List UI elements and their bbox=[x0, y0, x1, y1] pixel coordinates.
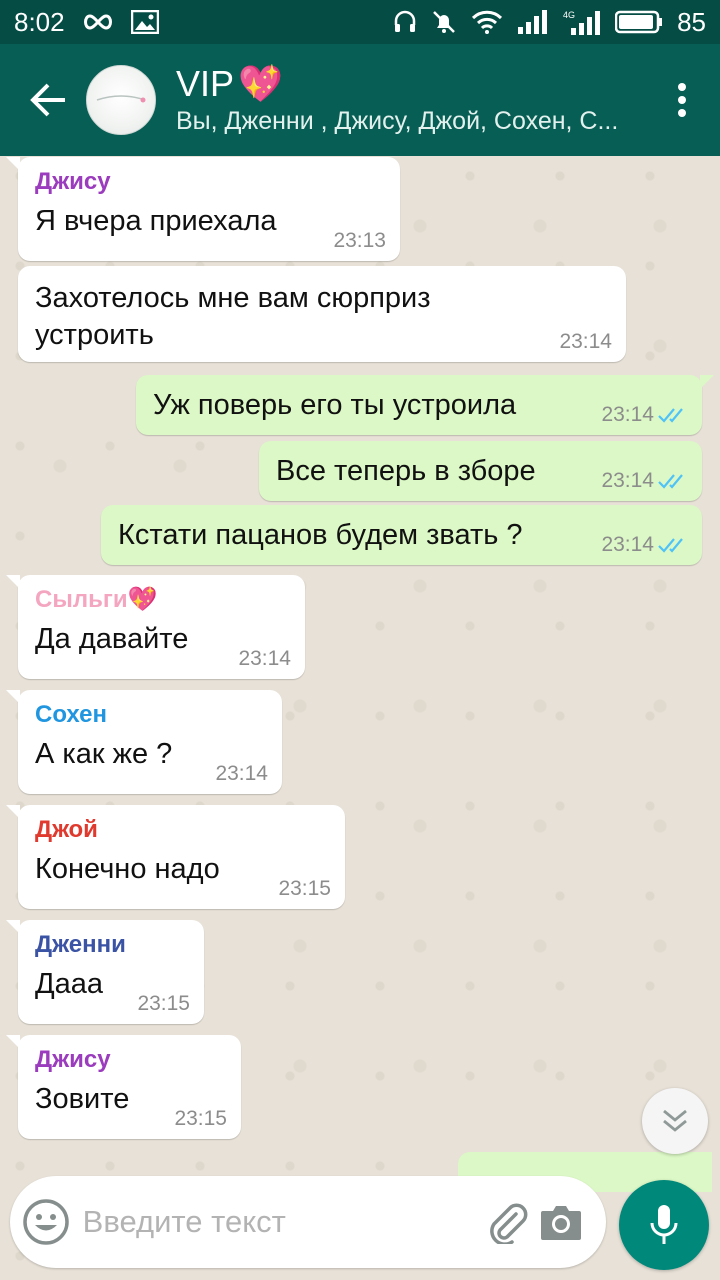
message-sender: Джису bbox=[35, 1046, 111, 1073]
double-check-icon bbox=[658, 538, 683, 553]
message-text: Захотелось мне вам сюрприз устроить bbox=[35, 282, 431, 351]
message-time: 23:14 bbox=[559, 330, 612, 353]
chat-members: Вы, Дженни , Джису, Джой, Сохен, С... bbox=[176, 107, 619, 135]
message-input[interactable] bbox=[82, 1204, 482, 1240]
message-outgoing[interactable]: Уж поверь его ты устроила 23:14 bbox=[136, 375, 714, 435]
message-sender: Сохен bbox=[35, 701, 107, 728]
bell-muted-icon bbox=[431, 9, 457, 35]
double-check-icon bbox=[658, 408, 683, 423]
battery-icon bbox=[615, 10, 663, 34]
message-meta: 23:14 bbox=[601, 533, 688, 557]
message-time: 23:15 bbox=[174, 1107, 227, 1130]
sparkling-heart-emoji: 💖 bbox=[238, 63, 283, 104]
signal-icon bbox=[517, 10, 549, 34]
infinity-icon bbox=[81, 12, 115, 32]
double-chevron-down-icon bbox=[663, 1109, 687, 1132]
status-bar: 8:02 4G 85 bbox=[0, 0, 720, 44]
wifi-icon bbox=[471, 10, 503, 34]
attach-button[interactable] bbox=[482, 1176, 535, 1268]
camera-icon bbox=[541, 1206, 582, 1240]
message-meta: 23:14 bbox=[601, 469, 688, 493]
more-vertical-icon bbox=[678, 83, 686, 117]
microphone-icon bbox=[650, 1205, 678, 1244]
double-check-icon bbox=[658, 474, 683, 489]
status-time: 8:02 bbox=[14, 6, 65, 37]
chat-header: VIP 💖 Вы, Дженни , Джису, Джой, Сохен, С… bbox=[0, 44, 720, 156]
smiley-icon bbox=[23, 1199, 70, 1245]
scroll-to-bottom-button[interactable] bbox=[642, 1088, 708, 1154]
message-time: 23:14 bbox=[601, 469, 654, 492]
voice-message-button[interactable] bbox=[619, 1180, 709, 1270]
message-sender: Джису bbox=[35, 168, 111, 195]
camera-button[interactable] bbox=[535, 1176, 588, 1268]
group-avatar[interactable] bbox=[86, 65, 156, 135]
sparkling-heart-emoji: 💖 bbox=[127, 586, 158, 613]
headset-icon bbox=[393, 9, 417, 35]
message-meta: 23:14 bbox=[601, 403, 688, 427]
message-time: 23:14 bbox=[238, 647, 291, 670]
message-outgoing[interactable]: Кстати пацанов будем звать ? 23:14 bbox=[101, 505, 702, 565]
chat-area[interactable]: Джису Я вчера приехала 23:13 Захотелось … bbox=[0, 156, 720, 1280]
message-sender: Дженни bbox=[35, 931, 126, 958]
gallery-icon bbox=[130, 10, 159, 34]
svg-text:4G: 4G bbox=[563, 10, 575, 20]
message-incoming[interactable]: Захотелось мне вам сюрприз устроить 23:1… bbox=[18, 266, 626, 362]
back-button[interactable] bbox=[10, 44, 86, 156]
message-incoming[interactable]: Джису Зовите 23:15 bbox=[6, 1035, 241, 1139]
chat-title: VIP 💖 bbox=[176, 63, 283, 104]
message-sender: Сыльги💖 bbox=[35, 586, 158, 613]
message-time: 23:14 bbox=[601, 533, 654, 556]
message-incoming[interactable]: Джой Конечно надо 23:15 bbox=[6, 805, 345, 909]
message-time: 23:15 bbox=[278, 877, 331, 900]
message-time: 23:15 bbox=[137, 992, 190, 1015]
message-outgoing[interactable]: Все теперь в зборе 23:14 bbox=[259, 441, 702, 501]
menu-button[interactable] bbox=[654, 44, 710, 156]
battery-level: 85 bbox=[677, 6, 706, 37]
message-sender: Джой bbox=[35, 816, 98, 843]
message-time: 23:14 bbox=[601, 403, 654, 426]
message-incoming[interactable]: Джису Я вчера приехала 23:13 bbox=[6, 157, 400, 261]
message-time: 23:13 bbox=[333, 229, 386, 252]
message-time: 23:14 bbox=[215, 762, 268, 785]
message-composer bbox=[10, 1176, 606, 1268]
message-incoming[interactable]: Дженни Дааа 23:15 bbox=[6, 920, 204, 1024]
paperclip-icon bbox=[490, 1203, 528, 1244]
message-text: Я вчера приехала bbox=[35, 205, 277, 237]
emoji-button[interactable] bbox=[10, 1176, 83, 1268]
arrow-left-icon bbox=[30, 83, 65, 117]
message-incoming[interactable]: Сыльги💖 Да давайте 23:14 bbox=[6, 575, 305, 679]
message-incoming[interactable]: Сохен А как же ? 23:14 bbox=[6, 690, 282, 794]
signal-4g-icon: 4G bbox=[563, 9, 601, 35]
chat-info[interactable]: VIP 💖 Вы, Дженни , Джису, Джой, Сохен, С… bbox=[176, 63, 654, 137]
